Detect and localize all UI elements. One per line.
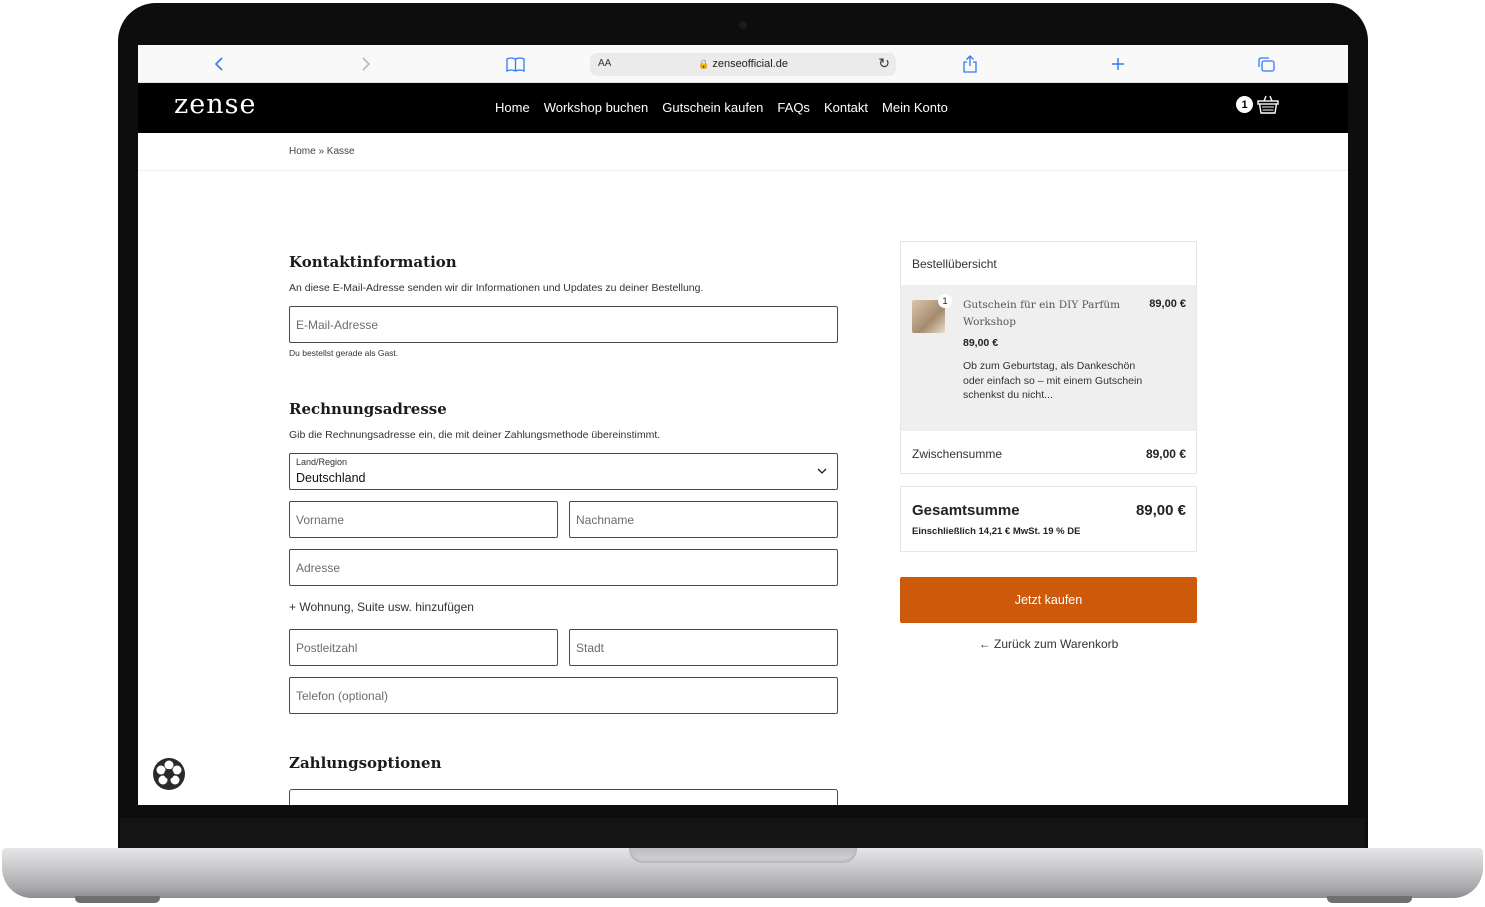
breadcrumb[interactable]: Home » Kasse bbox=[289, 146, 355, 157]
nav-kontakt[interactable]: Kontakt bbox=[824, 100, 868, 115]
contact-title: Kontaktinformation bbox=[289, 253, 457, 271]
billing-description: Gib die Rechnungsadresse ein, die mit de… bbox=[289, 429, 661, 441]
city-field[interactable]: Stadt bbox=[569, 629, 838, 666]
site-logo[interactable]: zense bbox=[174, 89, 256, 120]
laptop-hinge bbox=[120, 818, 1365, 848]
country-value: Deutschland bbox=[296, 471, 366, 485]
email-placeholder: E-Mail-Adresse bbox=[296, 318, 379, 332]
forward-icon[interactable] bbox=[356, 54, 376, 74]
item-line-total: 89,00 € bbox=[1149, 298, 1186, 310]
country-select[interactable]: Land/Region Deutschland bbox=[289, 453, 838, 490]
summary-title: Bestellübersicht bbox=[912, 257, 997, 271]
phone-field[interactable]: Telefon (optional) bbox=[289, 677, 838, 714]
item-quantity-badge: 1 bbox=[938, 294, 952, 308]
address-field[interactable]: Adresse bbox=[289, 549, 838, 586]
back-to-cart-link[interactable]: ← Zurück zum Warenkorb bbox=[900, 637, 1197, 651]
chevron-down-icon bbox=[817, 464, 827, 478]
browser-toolbar: AA 🔒 zenseofficial.de ↻ bbox=[138, 45, 1348, 83]
camera bbox=[739, 21, 747, 29]
postal-code-field[interactable]: Postleitzahl bbox=[289, 629, 558, 666]
item-name: Gutschein für ein DIY Parfüm Workshop bbox=[963, 299, 1121, 328]
tax-note: Einschließlich 14,21 € MwSt. 19 % DE bbox=[912, 526, 1081, 537]
subtotal-value: 89,00 € bbox=[1145, 447, 1186, 461]
cookie-badge-icon[interactable] bbox=[152, 757, 186, 791]
summary-item: 1 Gutschein für ein DIY Parfüm Workshop … bbox=[901, 285, 1196, 431]
laptop-notch bbox=[629, 848, 857, 863]
first-name-placeholder: Vorname bbox=[296, 513, 345, 527]
buy-now-button[interactable]: Jetzt kaufen bbox=[900, 577, 1197, 623]
share-icon[interactable] bbox=[960, 54, 980, 74]
email-field[interactable]: E-Mail-Adresse bbox=[289, 306, 838, 343]
screen: AA 🔒 zenseofficial.de ↻ zense Home Works… bbox=[138, 45, 1348, 805]
url-text: zenseofficial.de bbox=[712, 58, 788, 70]
last-name-field[interactable]: Nachname bbox=[569, 501, 838, 538]
total-value: 89,00 € bbox=[1135, 502, 1186, 519]
country-label: Land/Region bbox=[296, 457, 348, 467]
add-apartment-link[interactable]: + Wohnung, Suite usw. hinzufügen bbox=[289, 600, 474, 614]
phone-placeholder: Telefon (optional) bbox=[296, 689, 389, 703]
lock-icon: 🔒 bbox=[698, 59, 710, 69]
guest-hint: Du bestellst gerade als Gast. bbox=[289, 348, 399, 358]
city-placeholder: Stadt bbox=[576, 641, 605, 655]
nav-gutschein-kaufen[interactable]: Gutschein kaufen bbox=[662, 100, 763, 115]
first-name-field[interactable]: Vorname bbox=[289, 501, 558, 538]
tabs-icon[interactable] bbox=[1256, 54, 1276, 74]
contact-description: An diese E-Mail-Adresse senden wir dir I… bbox=[289, 282, 704, 294]
payment-title: Zahlungsoptionen bbox=[289, 754, 442, 772]
item-description: Ob zum Geburtstag, als Dankeschön oder e… bbox=[963, 360, 1143, 401]
nav-mein-konto[interactable]: Mein Konto bbox=[882, 100, 948, 115]
item-price: 89,00 € bbox=[963, 337, 999, 349]
basket-icon[interactable] bbox=[1256, 95, 1280, 115]
last-name-placeholder: Nachname bbox=[576, 513, 635, 527]
laptop-foot-left bbox=[75, 896, 160, 903]
order-summary: Bestellübersicht 1 Gutschein für ein DIY… bbox=[900, 241, 1197, 474]
payment-option-box[interactable] bbox=[289, 789, 838, 805]
site-header: zense Home Workshop buchen Gutschein kau… bbox=[138, 83, 1348, 133]
billing-title: Rechnungsadresse bbox=[289, 400, 447, 418]
nav-home[interactable]: Home bbox=[495, 100, 530, 115]
bookmarks-icon[interactable] bbox=[505, 54, 525, 74]
total-box: Gesamtsumme 89,00 € Einschließlich 14,21… bbox=[900, 486, 1197, 552]
nav-faqs[interactable]: FAQs bbox=[777, 100, 810, 115]
address-placeholder: Adresse bbox=[296, 561, 341, 575]
postal-code-placeholder: Postleitzahl bbox=[296, 641, 358, 655]
divider bbox=[138, 170, 1348, 171]
cart-count-badge[interactable]: 1 bbox=[1236, 96, 1253, 113]
main-nav: Home Workshop buchen Gutschein kaufen FA… bbox=[495, 100, 948, 115]
nav-workshop-buchen[interactable]: Workshop buchen bbox=[544, 100, 649, 115]
back-icon[interactable] bbox=[209, 54, 229, 74]
new-tab-icon[interactable] bbox=[1108, 54, 1128, 74]
subtotal-label: Zwischensumme bbox=[912, 447, 1003, 461]
reload-icon[interactable]: ↻ bbox=[878, 55, 890, 72]
laptop-foot-right bbox=[1327, 896, 1412, 903]
address-bar[interactable]: AA 🔒 zenseofficial.de ↻ bbox=[590, 53, 896, 76]
total-label: Gesamtsumme bbox=[912, 502, 1020, 519]
